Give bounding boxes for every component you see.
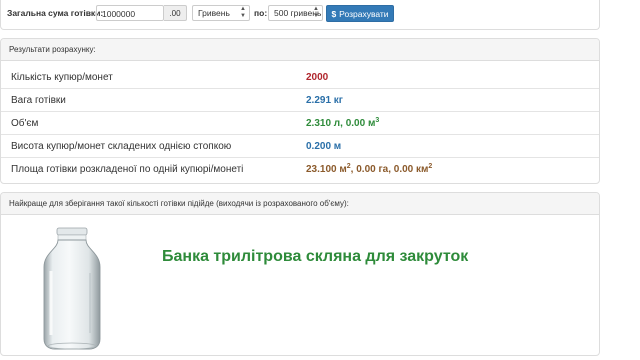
product-name: Банка трилітрова скляна для закруток	[162, 248, 469, 265]
by-label: по:	[254, 8, 268, 18]
row-label: Вага готівки	[1, 88, 306, 112]
results-table: Кількість купюр/монет 2000 Вага готівки …	[1, 66, 599, 180]
row-value: 0.200 м	[306, 134, 599, 158]
calculator-form: Загальна сума готівки: 1000000 .00 Гриве…	[0, 0, 600, 30]
glass-jar-image	[43, 227, 101, 350]
row-value: 2.291 кг	[306, 88, 599, 112]
table-row: Вага готівки 2.291 кг	[1, 88, 599, 112]
row-value: 2000	[306, 71, 329, 83]
results-panel: Результати розрахунку: Кількість купюр/м…	[0, 38, 600, 184]
amount-label: Загальна сума готівки:	[7, 8, 104, 18]
denomination-select[interactable]: 500 гривень ▲ ▼	[268, 5, 323, 21]
table-row: Висота купюр/монет складених однією стоп…	[1, 134, 599, 158]
area-unit-exponent: 2	[428, 162, 433, 170]
table-row: Об'єм 2.310 л, 0.00 м3	[1, 111, 599, 135]
table-row: Площа готівки розкладеної по одній купюр…	[1, 157, 599, 180]
amount-input[interactable]: 1000000	[96, 5, 164, 21]
table-row: Кількість купюр/монет 2000	[1, 66, 599, 89]
calculate-button-label: Розрахувати	[339, 9, 389, 19]
calculate-button[interactable]: $ Розрахувати	[326, 5, 394, 22]
row-label: Об'єм	[1, 111, 306, 135]
row-label: Висота купюр/монет складених однією стоп…	[1, 134, 306, 158]
storage-heading: Найкраще для зберігання такої кількості …	[1, 193, 599, 215]
results-heading: Результати розрахунку:	[1, 39, 599, 61]
area-value-m2: 23.100 м	[306, 163, 347, 175]
area-value-ha-km2: , 0.00 га, 0.00 км	[350, 163, 429, 175]
volume-unit-exponent: 3	[375, 116, 380, 124]
currency-select-value: Гривень	[198, 8, 230, 18]
dollar-icon: $	[331, 9, 337, 19]
volume-value: 2.310 л, 0.00 м	[306, 117, 376, 129]
select-arrows-icon: ▲ ▼	[240, 6, 246, 19]
storage-panel: Найкраще для зберігання такої кількості …	[0, 192, 600, 356]
row-value: 2.310 л, 0.00 м3	[306, 111, 599, 135]
select-arrows-icon: ▲ ▼	[313, 6, 319, 19]
row-label: Кількість купюр/монет	[11, 71, 113, 83]
decimals-addon: .00	[164, 5, 187, 21]
currency-select[interactable]: Гривень ▲ ▼	[192, 5, 250, 21]
row-value: 23.100 м2, 0.00 га, 0.00 км2	[306, 157, 599, 180]
row-label: Площа готівки розкладеної по одній купюр…	[1, 157, 306, 180]
